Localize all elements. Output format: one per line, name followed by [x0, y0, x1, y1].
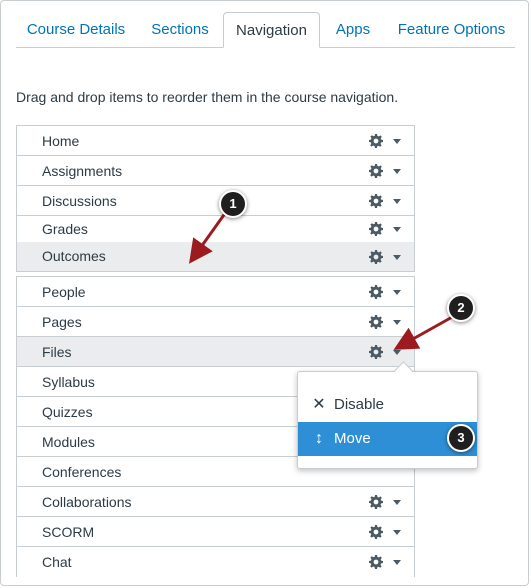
nav-item-label: Grades — [42, 221, 88, 237]
chevron-down-icon — [393, 199, 401, 204]
item-settings-menu[interactable] — [369, 221, 403, 237]
chevron-down-icon — [393, 500, 401, 505]
chevron-down-icon — [393, 530, 401, 535]
chevron-down-icon — [393, 350, 401, 355]
item-settings-menu[interactable] — [369, 494, 403, 510]
nav-item-people[interactable]: People — [17, 277, 414, 307]
nav-item-assignments[interactable]: Assignments — [17, 156, 414, 186]
item-settings-menu[interactable] — [369, 314, 403, 330]
nav-item-label: Home — [42, 133, 80, 149]
item-settings-menu[interactable] — [369, 524, 403, 540]
settings-tabs: Course Details Sections Navigation Apps … — [16, 12, 515, 48]
nav-item-discussions[interactable]: Discussions — [17, 186, 414, 216]
disable-label: Disable — [334, 396, 385, 413]
nav-item-label: Files — [42, 344, 72, 360]
chevron-down-icon — [393, 227, 401, 232]
nav-item-label: Assignments — [42, 163, 123, 179]
gear-icon — [369, 250, 383, 264]
chevron-down-icon — [393, 320, 401, 325]
nav-item-label: Outcomes — [42, 248, 106, 264]
item-settings-menu[interactable] — [369, 344, 403, 360]
chevron-down-icon — [393, 560, 401, 565]
nav-item-label: Quizzes — [42, 404, 93, 420]
chevron-down-icon — [393, 139, 401, 144]
gear-icon — [369, 345, 383, 359]
move-label: Move — [334, 430, 371, 447]
nav-item-label: People — [42, 284, 86, 300]
item-settings-menu[interactable] — [369, 284, 403, 300]
nav-item-label: SCORM — [42, 524, 95, 540]
callout-3: 3 — [447, 424, 475, 452]
callout-2: 2 — [447, 294, 475, 322]
item-settings-menu[interactable] — [369, 193, 403, 209]
nav-item-label: Discussions — [42, 193, 117, 209]
nav-item-outcomes[interactable]: Outcomes — [17, 242, 414, 271]
chevron-down-icon — [393, 169, 401, 174]
nav-item-label: Syllabus — [42, 374, 95, 390]
tab-navigation[interactable]: Navigation — [223, 12, 320, 48]
disable-menu-item[interactable]: ✕ Disable — [298, 388, 477, 422]
gear-icon — [369, 164, 383, 178]
close-icon: ✕ — [312, 396, 326, 413]
nav-item-label: Collaborations — [42, 494, 132, 510]
gear-icon — [369, 495, 383, 509]
nav-item-scorm[interactable]: SCORM — [17, 517, 414, 547]
nav-item-home[interactable]: Home — [17, 126, 414, 156]
item-settings-menu[interactable] — [369, 133, 403, 149]
instructions-text: Drag and drop items to reorder them in t… — [16, 89, 399, 105]
nav-item-pages[interactable]: Pages — [17, 307, 414, 337]
nav-item-label: Modules — [42, 434, 95, 450]
nav-item-files[interactable]: Files — [17, 337, 414, 367]
enabled-nav-list: Home Assignments Discussions Grades Outc… — [16, 125, 415, 272]
nav-item-grades[interactable]: Grades — [17, 216, 414, 242]
tab-feature-options[interactable]: Feature Options — [386, 12, 517, 47]
gear-icon — [369, 194, 383, 208]
gear-icon — [369, 315, 383, 329]
item-settings-menu[interactable] — [369, 249, 403, 265]
tab-apps[interactable]: Apps — [320, 12, 386, 47]
nav-item-chat[interactable]: Chat — [17, 547, 414, 577]
nav-item-label: Pages — [42, 314, 82, 330]
nav-item-label: Conferences — [42, 464, 122, 480]
chevron-down-icon — [393, 255, 401, 260]
item-options-popup: ✕ Disable ↕ Move — [297, 361, 478, 469]
tab-course-details[interactable]: Course Details — [16, 12, 136, 47]
vertical-arrows-icon: ↕ — [315, 430, 323, 447]
chevron-down-icon — [393, 290, 401, 295]
callout-1: 1 — [219, 190, 247, 218]
gear-icon — [369, 222, 383, 236]
nav-item-label: Chat — [42, 554, 72, 570]
item-settings-menu[interactable] — [369, 554, 403, 570]
gear-icon — [369, 134, 383, 148]
gear-icon — [369, 285, 383, 299]
gear-icon — [369, 525, 383, 539]
nav-item-collaborations[interactable]: Collaborations — [17, 487, 414, 517]
tab-sections[interactable]: Sections — [136, 12, 224, 47]
gear-icon — [369, 555, 383, 569]
item-settings-menu[interactable] — [369, 163, 403, 179]
